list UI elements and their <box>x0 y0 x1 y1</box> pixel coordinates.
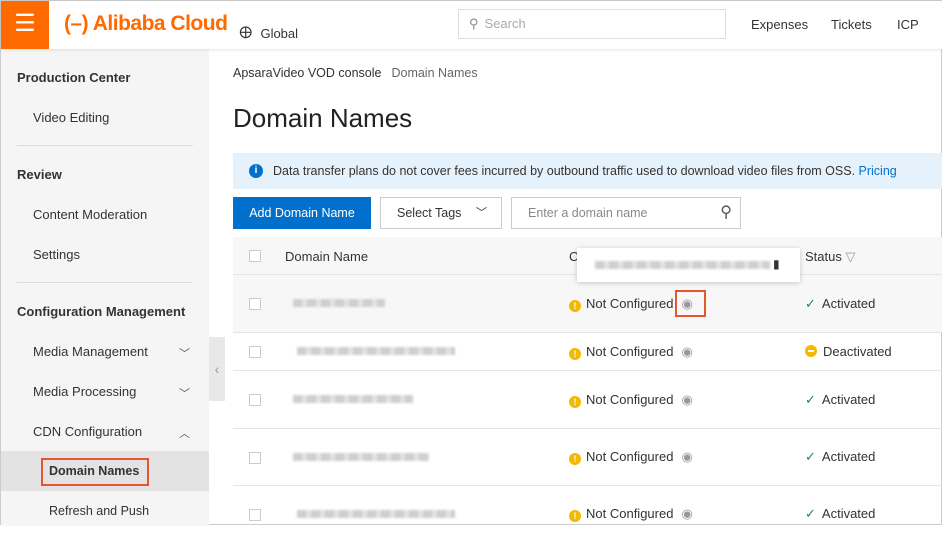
col-status: Status ▽ <box>805 249 856 264</box>
sidebar-item-domain-names[interactable]: Domain Names <box>49 464 139 478</box>
section-review: Review <box>17 167 62 182</box>
warning-icon: ! <box>569 348 581 360</box>
status: ✓ Activated <box>805 392 876 407</box>
row-checkbox[interactable] <box>249 298 261 310</box>
collapse-sidebar-handle[interactable]: ‹ <box>209 337 225 401</box>
sidebar-item-settings[interactable]: Settings <box>33 247 80 262</box>
row-checkbox[interactable] <box>249 509 261 521</box>
chevron-up-icon[interactable]: ︿ <box>179 425 190 441</box>
eye-icon[interactable]: ◉ <box>681 392 692 407</box>
add-domain-name-button[interactable]: Add Domain Name <box>233 197 371 229</box>
sidebar-item-cdn-configuration[interactable]: CDN Configuration <box>33 424 142 439</box>
domain-name-blurred[interactable] <box>297 510 455 518</box>
filter-icon[interactable]: ▽ <box>845 249 855 264</box>
domain-name-blurred[interactable] <box>293 453 429 461</box>
search-icon: ⚲ <box>469 16 479 31</box>
pricing-link[interactable]: Pricing <box>859 164 897 178</box>
cname-tooltip: ▮ <box>577 248 800 282</box>
nav-tickets[interactable]: Tickets <box>831 17 872 32</box>
status: ✓ Activated <box>805 506 876 521</box>
section-configuration-management: Configuration Management <box>17 304 186 319</box>
domain-name-blurred[interactable] <box>293 395 413 403</box>
table-row: ! Not Configured ◉ Deactivated <box>233 333 942 371</box>
check-icon: ✓ <box>805 392 816 407</box>
table-row: ! Not Configured ◉ ✓ Activated <box>233 371 942 429</box>
status: Deactivated <box>805 344 892 359</box>
warning-icon: ! <box>569 396 581 408</box>
logo[interactable]: (–) Alibaba Cloud <box>64 12 228 36</box>
row-checkbox[interactable] <box>249 394 261 406</box>
check-icon: ✓ <box>805 449 816 464</box>
region-selector[interactable]: 🜨 Global <box>239 15 298 48</box>
nav-icp[interactable]: ICP <box>897 17 919 32</box>
eye-icon[interactable]: ◉ <box>681 344 692 359</box>
table-row: ! Not Configured ◉ ✓ Activated <box>233 429 942 486</box>
table-row: ! Not Configured ◉ ✓ Activated <box>233 275 942 333</box>
sidebar-item-refresh-and-push[interactable]: Refresh and Push <box>49 504 149 518</box>
status: ✓ Activated <box>805 449 876 464</box>
select-all-checkbox[interactable] <box>249 250 261 262</box>
chevron-down-icon[interactable]: ﹀ <box>179 345 190 361</box>
breadcrumb: ApsaraVideo VOD console Domain Names <box>233 66 478 80</box>
domain-search-input[interactable]: Enter a domain name ⚲ <box>511 197 741 229</box>
eye-icon[interactable]: ◉ <box>681 449 692 464</box>
divider <box>17 145 193 146</box>
breadcrumb-console[interactable]: ApsaraVideo VOD console <box>233 66 381 80</box>
cname-status: ! Not Configured ◉ <box>569 344 693 360</box>
row-checkbox[interactable] <box>249 346 261 358</box>
sidebar: Production Center Video Editing Review C… <box>1 49 209 526</box>
domain-name-blurred[interactable] <box>297 347 455 355</box>
check-icon: ✓ <box>805 296 816 311</box>
page-title: Domain Names <box>233 103 413 133</box>
nav-expenses[interactable]: Expenses <box>751 17 808 32</box>
chevron-down-icon: ﹀ <box>476 207 487 219</box>
info-notice: i Data transfer plans do not cover fees i… <box>233 153 942 189</box>
hamburger-icon[interactable]: ☰ <box>1 1 49 49</box>
cname-status: ! Not Configured ◉ <box>569 506 693 522</box>
info-icon: i <box>249 164 263 178</box>
globe-icon: 🜨 <box>239 25 253 42</box>
breadcrumb-current: Domain Names <box>391 66 478 80</box>
divider <box>17 282 193 283</box>
chevron-down-icon[interactable]: ﹀ <box>179 385 190 401</box>
domain-name-blurred[interactable] <box>293 299 385 307</box>
cname-status: ! Not Configured ◉ <box>569 449 693 465</box>
table-row: ! Not Configured ◉ ✓ Activated <box>233 486 942 536</box>
search-icon[interactable]: ⚲ <box>720 198 732 228</box>
select-tags-dropdown[interactable]: Select Tags ﹀ <box>380 197 502 229</box>
highlight-box <box>675 290 706 317</box>
top-bar: ☰ (–) Alibaba Cloud 🜨 Global ⚲ Search Expe… <box>1 1 942 49</box>
warning-icon: ! <box>569 300 581 312</box>
eye-icon[interactable]: ◉ <box>681 506 692 521</box>
sidebar-item-media-management[interactable]: Media Management <box>33 344 148 359</box>
cname-value-blurred <box>595 261 770 269</box>
check-icon: ✓ <box>805 506 816 521</box>
copy-icon[interactable]: ▮ <box>773 257 780 271</box>
sidebar-item-content-moderation[interactable]: Content Moderation <box>33 207 147 222</box>
warning-icon: ! <box>569 510 581 522</box>
status: ✓ Activated <box>805 296 876 311</box>
cname-status: ! Not Configured ◉ <box>569 392 693 408</box>
warning-icon: ! <box>569 453 581 465</box>
row-checkbox[interactable] <box>249 452 261 464</box>
sidebar-item-video-editing[interactable]: Video Editing <box>33 110 109 125</box>
sidebar-item-media-processing[interactable]: Media Processing <box>33 384 136 399</box>
search-input[interactable]: ⚲ Search <box>458 9 726 39</box>
minus-circle-icon <box>805 345 817 357</box>
col-domain-name: Domain Name <box>285 249 369 264</box>
section-production-center: Production Center <box>17 70 131 85</box>
